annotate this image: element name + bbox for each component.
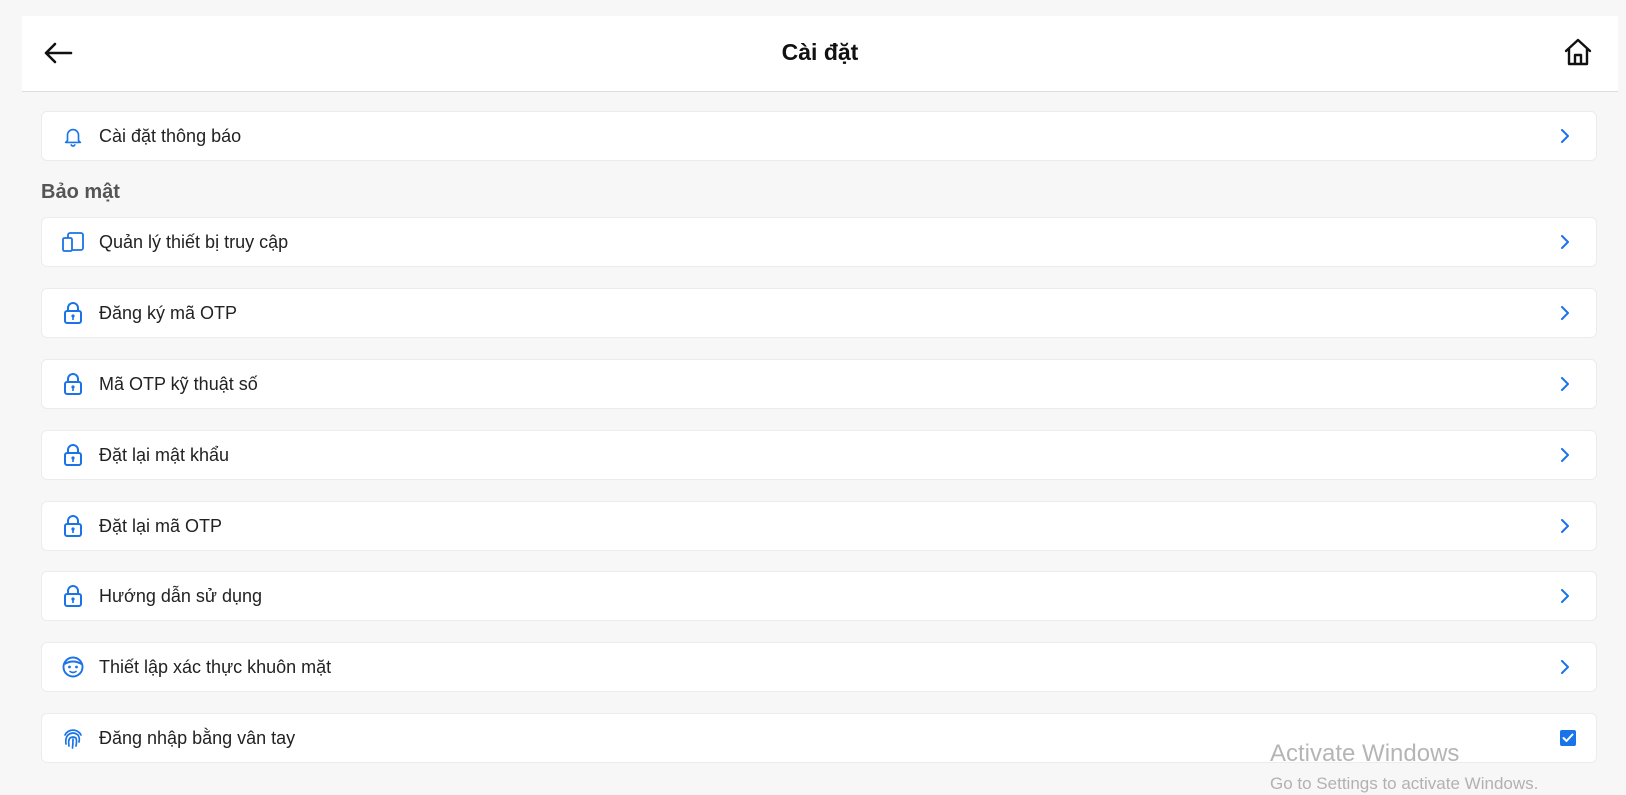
fingerprint-checkbox[interactable]: [1560, 730, 1576, 746]
settings-item-label: Hướng dẫn sử dụng: [99, 586, 263, 606]
chevron-right-icon: [1556, 375, 1574, 393]
lock-icon: [61, 514, 85, 538]
chevron-right-icon: [1556, 233, 1574, 251]
page-title: Cài đặt: [781, 39, 859, 65]
chevron-right-icon: [1556, 517, 1574, 535]
settings-item-device-management[interactable]: Quản lý thiết bị truy cập: [41, 217, 1597, 267]
settings-item-fingerprint-login[interactable]: Đăng nhập bằng vân tay: [41, 713, 1597, 763]
chevron-right-icon: [1556, 127, 1574, 145]
fingerprint-icon: [61, 726, 85, 750]
watermark-subtitle: Go to Settings to activate Windows.: [1270, 774, 1539, 793]
settings-item-label: Đặt lại mật khẩu: [99, 445, 230, 465]
chevron-right-icon: [1556, 658, 1574, 676]
settings-item-label: Mã OTP kỹ thuật số: [99, 374, 258, 394]
settings-item-digital-otp[interactable]: Mã OTP kỹ thuật số: [41, 359, 1597, 409]
app-header: Cài đặt: [22, 16, 1618, 92]
lock-icon: [61, 584, 85, 608]
settings-item-label: Đăng nhập bằng vân tay: [99, 728, 296, 748]
chevron-right-icon: [1556, 587, 1574, 605]
settings-item-reset-otp[interactable]: Đặt lại mã OTP: [41, 501, 1597, 551]
settings-item-label: Đăng ký mã OTP: [99, 303, 238, 323]
settings-item-register-otp[interactable]: Đăng ký mã OTP: [41, 288, 1597, 338]
settings-item-label: Thiết lập xác thực khuôn mặt: [99, 657, 332, 677]
chevron-right-icon: [1556, 446, 1574, 464]
settings-item-reset-password[interactable]: Đặt lại mật khẩu: [41, 430, 1597, 480]
settings-item-label: Đặt lại mã OTP: [99, 516, 223, 536]
home-icon: [1564, 38, 1592, 66]
face-icon: [61, 655, 85, 679]
settings-item-label: Cài đặt thông báo: [99, 126, 242, 146]
devices-icon: [61, 230, 85, 254]
settings-item-label: Quản lý thiết bị truy cập: [99, 232, 289, 252]
checkmark-icon: [1562, 733, 1574, 742]
settings-item-notifications[interactable]: Cài đặt thông báo: [41, 111, 1597, 161]
section-title-security: Bảo mật: [41, 181, 120, 203]
lock-icon: [61, 443, 85, 467]
settings-item-face-auth[interactable]: Thiết lập xác thực khuôn mặt: [41, 642, 1597, 692]
home-button[interactable]: [1558, 33, 1598, 71]
chevron-right-icon: [1556, 304, 1574, 322]
lock-icon: [61, 301, 85, 325]
settings-item-user-guide[interactable]: Hướng dẫn sử dụng: [41, 571, 1597, 621]
bell-icon: [61, 124, 85, 148]
lock-icon: [61, 372, 85, 396]
